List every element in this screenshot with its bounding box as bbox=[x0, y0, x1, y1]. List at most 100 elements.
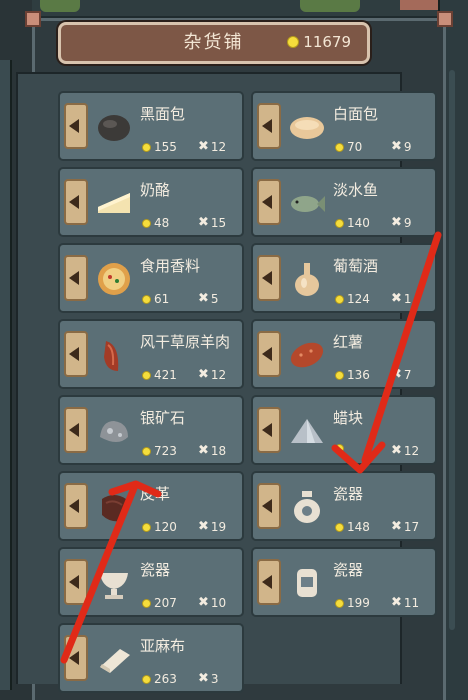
wine-flask-icon bbox=[295, 263, 319, 296]
spice-bowl-icon bbox=[98, 263, 130, 295]
sweet-potato-icon bbox=[290, 342, 324, 368]
quantity-value: 7 bbox=[403, 367, 412, 382]
left-arrow-icon bbox=[262, 499, 272, 513]
quantity-x-icon: ✖ bbox=[391, 443, 402, 458]
quantity-value: 12 bbox=[210, 139, 227, 154]
item-quantity: ✖ 3 bbox=[198, 671, 219, 686]
item-price: 70 bbox=[335, 140, 362, 154]
shop-item-card[interactable]: 瓷器 148 ✖ 17 bbox=[251, 471, 437, 541]
price-value: 48 bbox=[154, 216, 170, 230]
scrollbar[interactable] bbox=[449, 70, 455, 630]
quantity-x-icon: ✖ bbox=[198, 139, 209, 154]
white-bread-icon bbox=[290, 117, 324, 139]
shop-item-card[interactable]: 瓷器 207 ✖ 10 bbox=[58, 547, 244, 617]
item-name: 黑面包 bbox=[140, 105, 186, 123]
quantity-x-icon: ✖ bbox=[198, 367, 209, 382]
tree-decoration bbox=[300, 0, 360, 12]
quantity-x-icon: ✖ bbox=[198, 443, 209, 458]
shop-item-card[interactable]: 奶酪 48 ✖ 15 bbox=[58, 167, 244, 237]
coin-icon bbox=[335, 522, 344, 532]
wax-block-icon bbox=[291, 419, 323, 443]
leather-icon bbox=[102, 495, 128, 522]
shop-item-card[interactable]: 皮革 120 ✖ 19 bbox=[58, 471, 244, 541]
quantity-value: 5 bbox=[210, 291, 219, 306]
shop-title-bar: 杂货铺 11679 bbox=[58, 22, 370, 64]
cheese-icon bbox=[98, 193, 130, 213]
sell-button[interactable] bbox=[64, 331, 88, 377]
quantity-value: 15 bbox=[210, 215, 227, 230]
left-arrow-icon bbox=[262, 119, 272, 133]
left-arrow-icon bbox=[262, 575, 272, 589]
quantity-value: 9 bbox=[403, 139, 412, 154]
sell-button[interactable] bbox=[64, 179, 88, 225]
item-quantity: ✖ 12 bbox=[198, 139, 226, 154]
item-quantity: ✖ 11 bbox=[391, 595, 419, 610]
price-value: 124 bbox=[347, 292, 370, 306]
shop-item-card[interactable]: 黑面包 155 ✖ 12 bbox=[58, 91, 244, 161]
shop-item-card[interactable]: 银矿石 723 ✖ 18 bbox=[58, 395, 244, 465]
item-price bbox=[335, 444, 347, 453]
shop-item-card[interactable]: 风干草原羊肉 421 ✖ 12 bbox=[58, 319, 244, 389]
coin-icon bbox=[335, 142, 344, 152]
coin-icon bbox=[142, 294, 151, 304]
left-arrow-icon bbox=[69, 575, 79, 589]
coin-icon bbox=[142, 218, 151, 228]
item-quantity: ✖ 5 bbox=[198, 291, 219, 306]
left-arrow-icon bbox=[69, 499, 79, 513]
item-quantity: ✖ 17 bbox=[391, 519, 419, 534]
shop-item-card[interactable]: 葡萄酒 124 ✖ 1 bbox=[251, 243, 437, 313]
left-arrow-icon bbox=[69, 271, 79, 285]
sell-button[interactable] bbox=[64, 559, 88, 605]
quantity-x-icon: ✖ bbox=[391, 367, 402, 382]
item-quantity: ✖ 9 bbox=[391, 215, 412, 230]
coin-icon bbox=[142, 370, 151, 380]
shop-item-card[interactable]: 红薯 136 ✖ 7 bbox=[251, 319, 437, 389]
shop-item-card[interactable]: 蜡块 ✖ 12 bbox=[251, 395, 437, 465]
sell-button[interactable] bbox=[257, 255, 281, 301]
item-quantity: ✖ 10 bbox=[198, 595, 226, 610]
shop-item-card[interactable]: 瓷器 199 ✖ 11 bbox=[251, 547, 437, 617]
quantity-x-icon: ✖ bbox=[391, 215, 402, 230]
coin-amount: 11679 bbox=[303, 33, 351, 51]
item-name: 亚麻布 bbox=[140, 637, 186, 655]
item-quantity: ✖ 12 bbox=[391, 443, 419, 458]
sell-button[interactable] bbox=[257, 331, 281, 377]
left-arrow-icon bbox=[69, 119, 79, 133]
price-value: 148 bbox=[347, 520, 370, 534]
porcelain-jar-icon bbox=[297, 569, 317, 597]
item-quantity: ✖ 9 bbox=[391, 139, 412, 154]
shop-item-card[interactable]: 亚麻布 263 ✖ 3 bbox=[58, 623, 244, 693]
item-price: 155 bbox=[142, 140, 177, 154]
left-arrow-icon bbox=[69, 651, 79, 665]
background-top bbox=[0, 0, 468, 16]
sell-button[interactable] bbox=[64, 483, 88, 529]
sell-button[interactable] bbox=[257, 103, 281, 149]
item-name: 白面包 bbox=[333, 105, 379, 123]
sell-button[interactable] bbox=[257, 559, 281, 605]
sell-button[interactable] bbox=[257, 483, 281, 529]
roof-decoration bbox=[400, 0, 440, 10]
shop-item-card[interactable]: 白面包 70 ✖ 9 bbox=[251, 91, 437, 161]
quantity-value: 18 bbox=[210, 443, 227, 458]
shop-item-card[interactable]: 淡水鱼 140 ✖ 9 bbox=[251, 167, 437, 237]
sell-button[interactable] bbox=[64, 407, 88, 453]
sell-button[interactable] bbox=[257, 179, 281, 225]
quantity-value: 9 bbox=[403, 215, 412, 230]
item-name: 淡水鱼 bbox=[333, 181, 379, 199]
item-price: 148 bbox=[335, 520, 370, 534]
item-quantity: ✖ 12 bbox=[198, 367, 226, 382]
sell-button[interactable] bbox=[257, 407, 281, 453]
item-name: 食用香料 bbox=[140, 257, 201, 275]
left-arrow-icon bbox=[69, 347, 79, 361]
item-name: 葡萄酒 bbox=[333, 257, 379, 275]
price-value: 207 bbox=[154, 596, 177, 610]
left-side-panel bbox=[0, 60, 12, 690]
shop-item-card[interactable]: 食用香料 61 ✖ 5 bbox=[58, 243, 244, 313]
price-value: 61 bbox=[154, 292, 170, 306]
sell-button[interactable] bbox=[64, 255, 88, 301]
sell-button[interactable] bbox=[64, 635, 88, 681]
tree-decoration bbox=[40, 0, 80, 12]
sell-button[interactable] bbox=[64, 103, 88, 149]
price-value: 155 bbox=[154, 140, 177, 154]
coin-balance: 11679 bbox=[287, 33, 351, 51]
